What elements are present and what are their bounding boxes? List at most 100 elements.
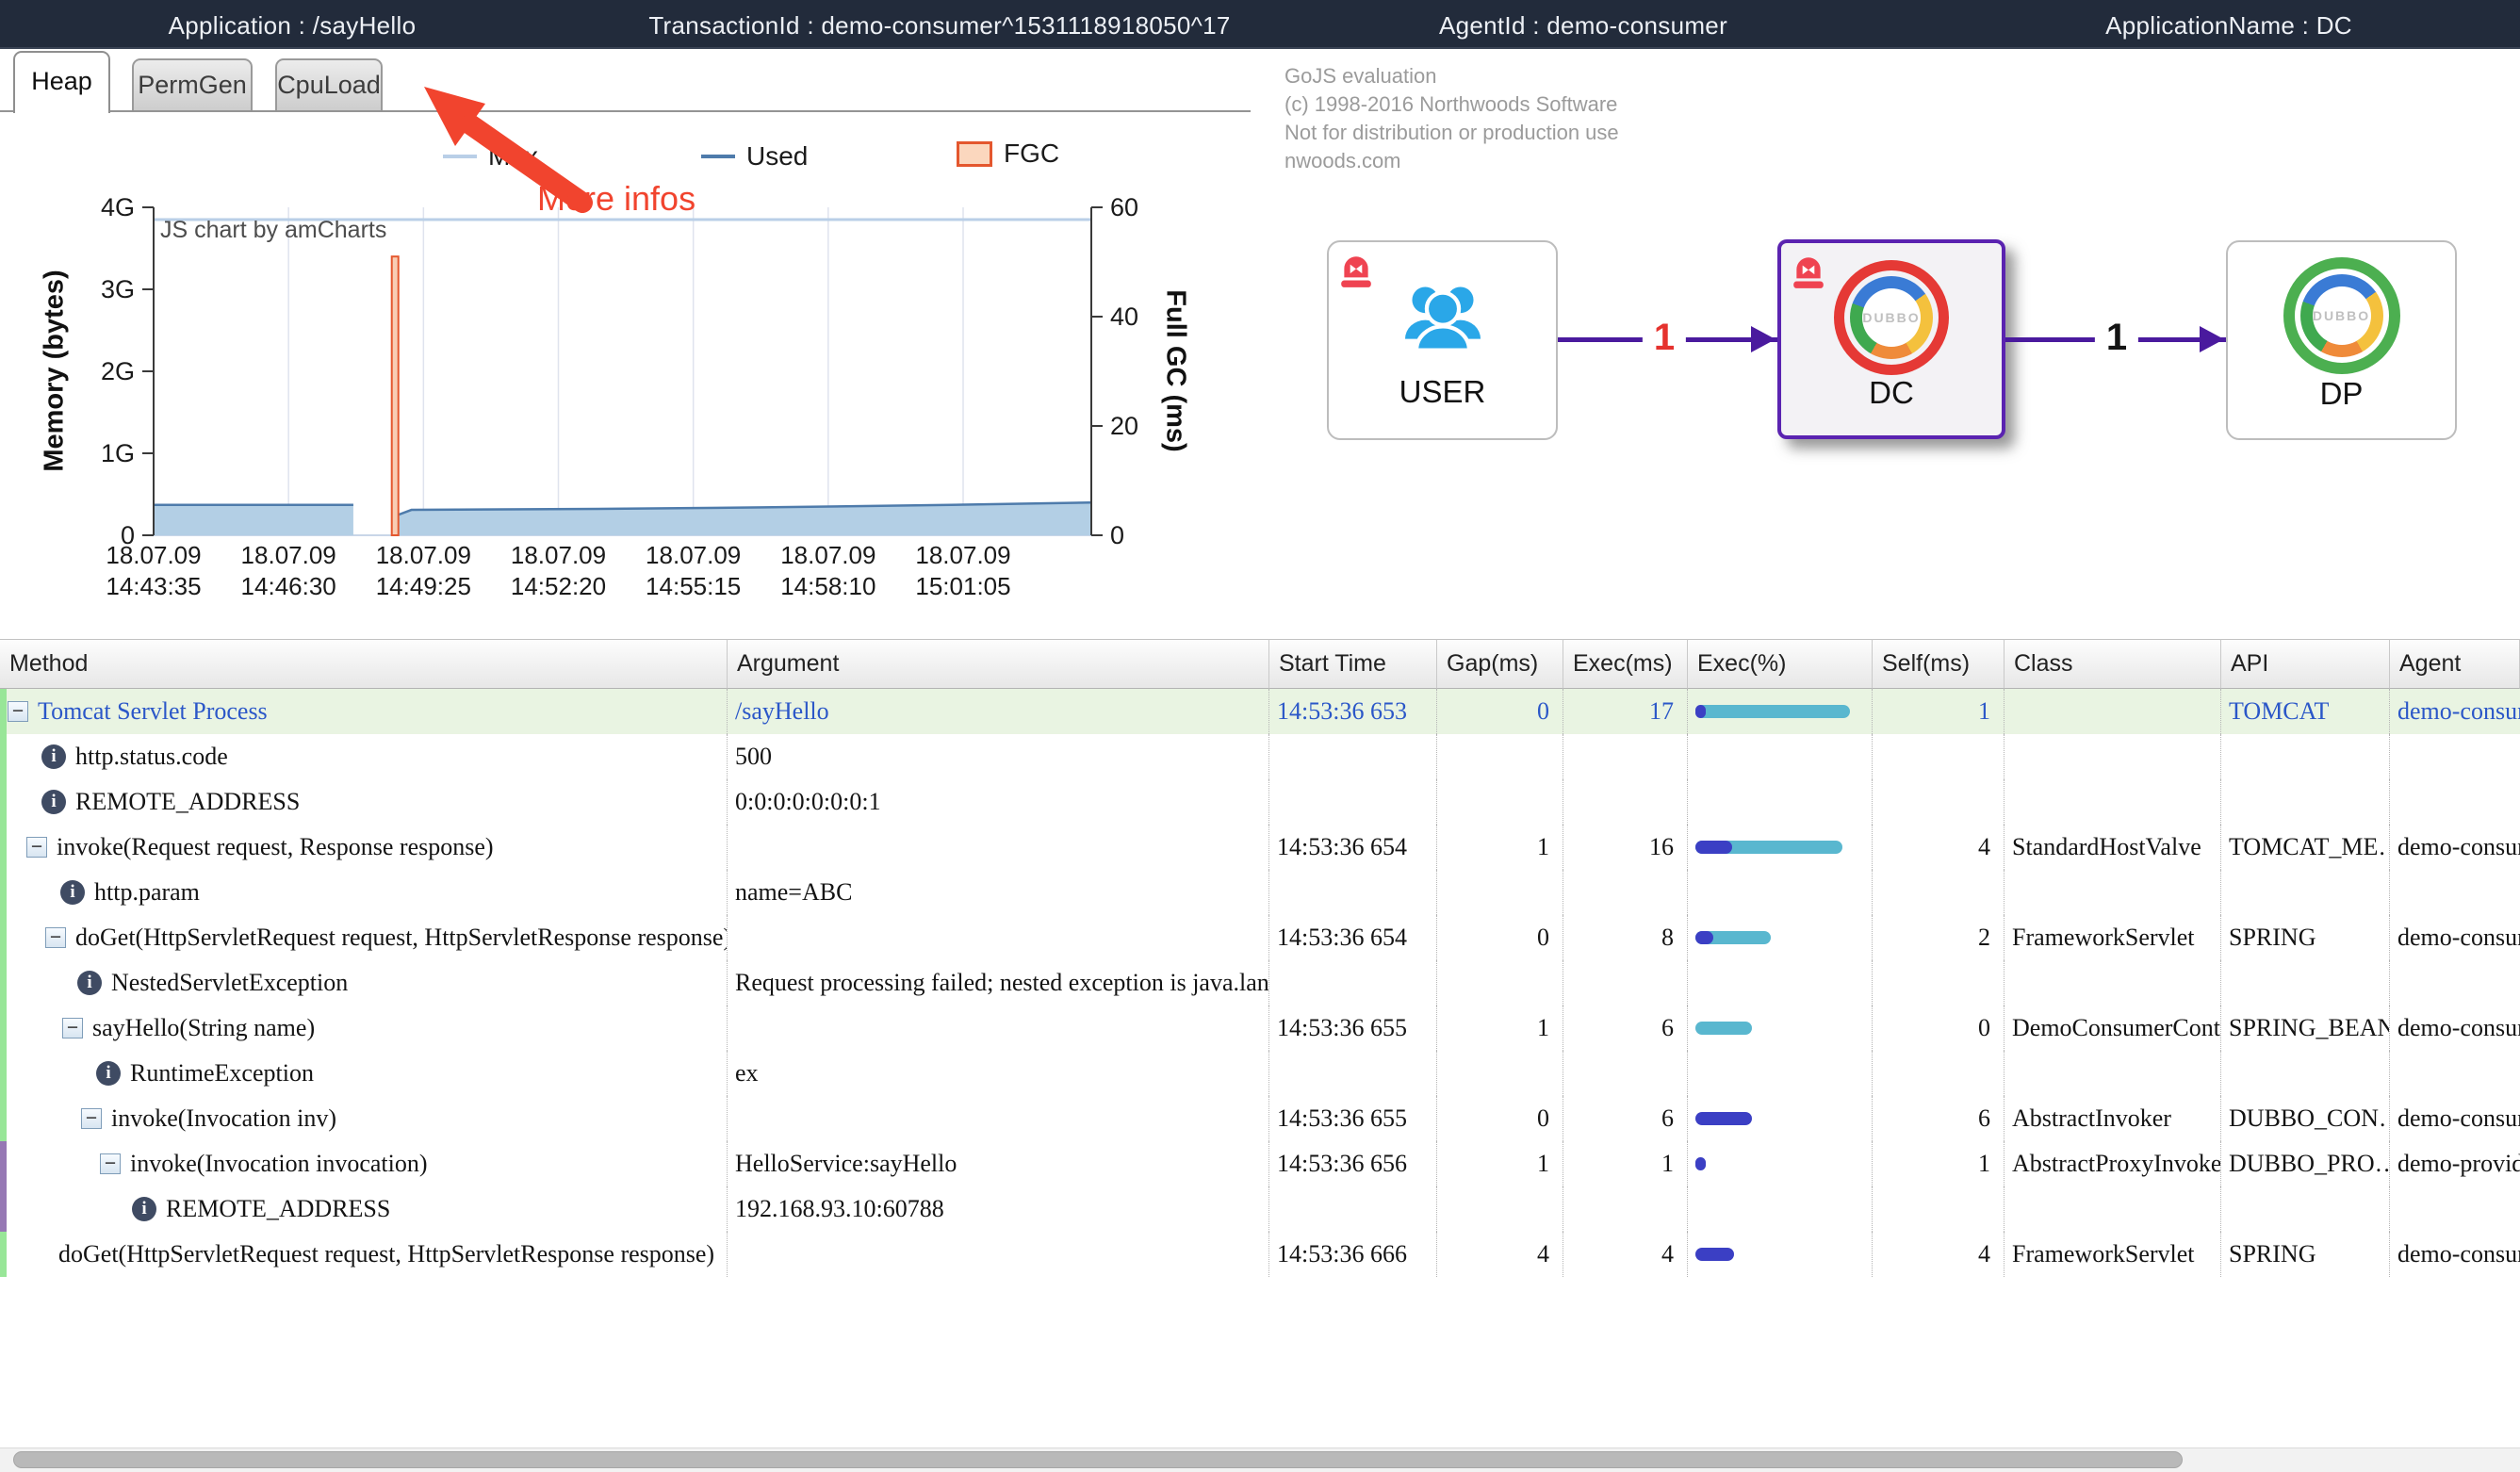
table-row[interactable]: iREMOTE_ADDRESS0:0:0:0:0:0:0:1 <box>0 779 2520 825</box>
table-row[interactable]: iREMOTE_ADDRESS192.168.93.10:60788 <box>0 1186 2520 1232</box>
column-header[interactable]: Gap(ms) <box>1437 639 1563 689</box>
exec-percent-bar <box>1695 705 1871 718</box>
api-cell <box>2221 1051 2390 1096</box>
agent-color-stripe <box>0 1051 7 1096</box>
y-tick-label: 60 <box>1110 193 1138 221</box>
collapse-toggle[interactable]: − <box>45 927 66 948</box>
method-name: REMOTE_ADDRESS <box>166 1195 390 1223</box>
api-cell: DUBBO_CON… <box>2221 1096 2390 1141</box>
gap-ms-cell: 1 <box>1437 1141 1563 1186</box>
dubbo-logo-text: DUBBO <box>2313 286 2371 345</box>
tab-cpuload[interactable]: CpuLoad <box>275 58 383 110</box>
exec-percent-cell <box>1688 1096 1873 1141</box>
column-header[interactable]: API <box>2221 639 2390 689</box>
exec-percent-cell <box>1688 960 1873 1006</box>
api-cell <box>2221 960 2390 1006</box>
dubbo-logo-text: DUBBO <box>1862 288 1921 347</box>
exec-percent-bar <box>1695 1112 1871 1125</box>
table-row[interactable]: iNestedServletExceptionRequest processin… <box>0 960 2520 1006</box>
watermark-line: GoJS evaluation <box>1285 62 1619 90</box>
self-ms-cell: 1 <box>1873 1141 2005 1186</box>
method-name: NestedServletException <box>111 969 348 997</box>
watermark-line: nwoods.com <box>1285 147 1619 175</box>
self-ms-cell: 4 <box>1873 825 2005 870</box>
start-time-cell: 14:53:36 656 <box>1269 1141 1437 1186</box>
column-header[interactable]: Exec(%) <box>1688 639 1873 689</box>
column-header[interactable]: Exec(ms) <box>1563 639 1688 689</box>
arrowhead-icon <box>1751 326 1775 352</box>
node-user[interactable]: USER <box>1327 240 1558 440</box>
method-name: http.status.code <box>75 743 228 771</box>
agent-id-label: AgentId : demo-consumer <box>1439 11 1727 41</box>
start-time-cell <box>1269 960 1437 1006</box>
column-header[interactable]: Class <box>2005 639 2221 689</box>
argument-cell: 0:0:0:0:0:0:0:1 <box>728 779 1269 825</box>
legend-item-fgc[interactable]: FGC <box>957 139 1059 169</box>
class-cell <box>2005 870 2221 915</box>
column-header[interactable]: Method <box>0 639 728 689</box>
collapse-toggle[interactable]: − <box>26 837 47 858</box>
method-cell: −invoke(Invocation invocation) <box>0 1141 728 1186</box>
call-tree-table: −Tomcat Servlet Process/sayHello14:53:36… <box>0 689 2520 1277</box>
y-tick-label: 1G <box>101 439 135 467</box>
table-row[interactable]: −invoke(Invocation invocation)HelloServi… <box>0 1141 2520 1186</box>
table-row[interactable]: −sayHello(String name)14:53:36 655160Dem… <box>0 1006 2520 1051</box>
agent-cell <box>2390 870 2520 915</box>
table-row[interactable]: −invoke(Invocation inv)14:53:36 655066Ab… <box>0 1096 2520 1141</box>
tab-heap[interactable]: Heap <box>13 51 110 113</box>
exec-percent-bar <box>1695 1157 1871 1170</box>
horizontal-scrollbar-thumb[interactable] <box>13 1451 2183 1468</box>
legend-item-used[interactable]: Used <box>701 141 808 172</box>
api-cell <box>2221 870 2390 915</box>
method-name: doGet(HttpServletRequest request, HttpSe… <box>58 1240 714 1268</box>
table-row[interactable]: −doGet(HttpServletRequest request, HttpS… <box>0 915 2520 960</box>
collapse-toggle[interactable]: − <box>62 1018 83 1039</box>
legend-label-fgc: FGC <box>1004 139 1059 169</box>
node-dp[interactable]: DUBBO DP <box>2226 240 2457 440</box>
fgc-box-swatch <box>957 141 992 167</box>
argument-cell <box>728 1006 1269 1051</box>
method-cell: −doGet(HttpServletRequest request, HttpS… <box>0 915 728 960</box>
y-tick-label: 2G <box>101 357 135 385</box>
column-header[interactable]: Self(ms) <box>1873 639 2005 689</box>
table-row[interactable]: ihttp.paramname=ABC <box>0 870 2520 915</box>
exec-ms-cell: 4 <box>1563 1232 1688 1277</box>
method-cell: doGet(HttpServletRequest request, HttpSe… <box>0 1232 728 1277</box>
agent-color-stripe <box>0 960 7 1006</box>
collapse-toggle[interactable]: − <box>81 1108 102 1129</box>
column-header[interactable]: Start Time <box>1269 639 1437 689</box>
exec-ms-cell: 16 <box>1563 825 1688 870</box>
agent-cell: demo-consumer <box>2390 1096 2520 1141</box>
start-time-cell <box>1269 1186 1437 1232</box>
agent-color-stripe <box>0 779 7 825</box>
tab-permgen[interactable]: PermGen <box>132 58 253 110</box>
agent-cell <box>2390 779 2520 825</box>
table-row[interactable]: iRuntimeExceptionex <box>0 1051 2520 1096</box>
exec-ms-cell: 17 <box>1563 689 1688 734</box>
table-row[interactable]: −invoke(Request request, Response respon… <box>0 825 2520 870</box>
table-row[interactable]: doGet(HttpServletRequest request, HttpSe… <box>0 1232 2520 1277</box>
method-name: RuntimeException <box>130 1059 314 1088</box>
collapse-toggle[interactable]: − <box>100 1153 121 1174</box>
agent-color-stripe <box>0 1006 7 1051</box>
column-header[interactable]: Agent <box>2390 639 2520 689</box>
method-cell: iNestedServletException <box>0 960 728 1006</box>
collapse-toggle[interactable]: − <box>8 701 28 722</box>
exec-ms-cell: 6 <box>1563 1006 1688 1051</box>
legend-label-used: Used <box>746 141 808 172</box>
watermark-line: Not for distribution or production use <box>1285 119 1619 147</box>
node-dc[interactable]: DUBBO DC <box>1777 239 2005 439</box>
start-time-cell <box>1269 734 1437 779</box>
exec-percent-cell <box>1688 915 1873 960</box>
agent-cell <box>2390 734 2520 779</box>
table-row[interactable]: ihttp.status.code500 <box>0 734 2520 779</box>
self-ms-cell <box>1873 1051 2005 1096</box>
method-name: REMOTE_ADDRESS <box>75 788 300 816</box>
exec-percent-cell <box>1688 870 1873 915</box>
table-row[interactable]: −Tomcat Servlet Process/sayHello14:53:36… <box>0 689 2520 734</box>
agent-cell <box>2390 1186 2520 1232</box>
gojs-watermark: GoJS evaluation (c) 1998-2016 Northwoods… <box>1285 62 1619 175</box>
exec-ms-cell: 1 <box>1563 1141 1688 1186</box>
agent-color-stripe <box>0 689 7 734</box>
column-header[interactable]: Argument <box>728 639 1269 689</box>
